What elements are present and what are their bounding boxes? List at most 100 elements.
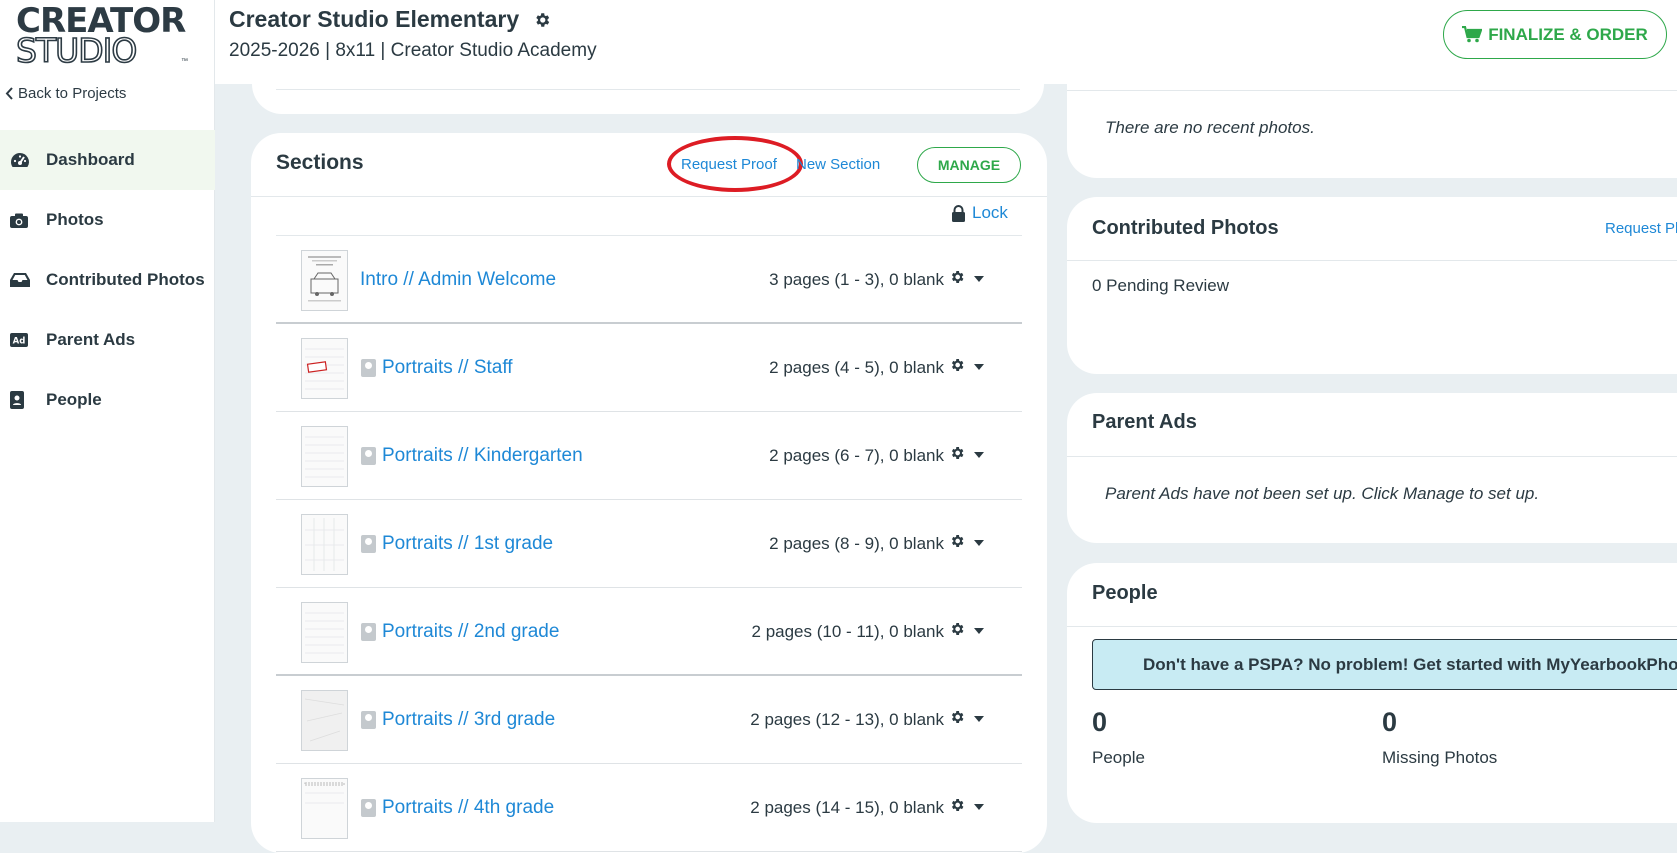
section-name-link[interactable]: Portraits // Staff: [382, 357, 513, 379]
no-recent-photos-text: There are no recent photos.: [1105, 118, 1315, 137]
gear-icon[interactable]: [949, 445, 965, 461]
request-proof-link[interactable]: Request Proof: [681, 156, 777, 173]
inbox-icon: [10, 273, 46, 287]
section-row[interactable]: Portraits // Kindergarten 2 pages (6 - 7…: [276, 412, 1022, 500]
missing-photos-count: 0: [1382, 707, 1398, 737]
lock-label: Lock: [972, 203, 1008, 222]
camera-icon: [10, 213, 46, 228]
section-pages: 2 pages (12 - 13), 0 blank: [750, 710, 944, 729]
gear-icon[interactable]: [533, 11, 551, 29]
people-count: 0: [1092, 707, 1108, 737]
sections-title: Sections: [276, 151, 364, 174]
sections-card: Sections Request Proof New Section MANAG…: [251, 133, 1047, 853]
section-name-link[interactable]: Portraits // 4th grade: [382, 797, 554, 819]
ad-icon: Ad: [10, 333, 46, 347]
sidebar: CREATOR STUDIO ™ Back to Projects Dashbo…: [0, 0, 215, 822]
sidebar-item-label: Parent Ads: [46, 330, 136, 349]
sidebar-item-label: Photos: [46, 210, 104, 229]
sidebar-item-label: People: [46, 390, 102, 409]
section-pages: 2 pages (8 - 9), 0 blank: [769, 534, 944, 553]
finalize-order-button[interactable]: FINALIZE & ORDER: [1443, 10, 1667, 59]
section-pages: 2 pages (4 - 5), 0 blank: [769, 358, 944, 377]
sidebar-item-contributed-photos[interactable]: Contributed Photos: [0, 250, 215, 310]
section-row[interactable]: Portraits // 2nd grade 2 pages (10 - 11)…: [276, 588, 1022, 676]
new-section-link[interactable]: New Section: [796, 156, 880, 173]
logo-trademark: ™: [181, 58, 188, 65]
sections-header: Sections Request Proof New Section MANAG…: [251, 133, 1047, 197]
parent-ads-header: Parent Ads: [1067, 393, 1677, 457]
caret-down-icon[interactable]: [974, 716, 984, 722]
project-title: Creator Studio Elementary: [229, 6, 551, 33]
section-thumbnail[interactable]: [301, 602, 348, 663]
caret-down-icon[interactable]: [974, 628, 984, 634]
gauge-icon: [10, 152, 46, 168]
section-row[interactable]: Portraits // 4th grade 2 pages (14 - 15)…: [276, 764, 1022, 852]
section-thumbnail[interactable]: [301, 514, 348, 575]
gear-icon[interactable]: [949, 357, 965, 373]
project-name: Creator Studio Elementary: [229, 6, 520, 32]
parent-ads-title: Parent Ads: [1092, 411, 1197, 433]
section-row[interactable]: Portraits // Staff 2 pages (4 - 5), 0 bl…: [276, 324, 1022, 412]
contributed-photos-header: Contributed Photos Request Ph: [1067, 197, 1677, 261]
svg-text:Ad: Ad: [13, 337, 26, 347]
section-row[interactable]: Portraits // 1st grade 2 pages (8 - 9), …: [276, 500, 1022, 588]
portrait-section-icon: [361, 359, 376, 377]
section-name-link[interactable]: Portraits // 1st grade: [382, 533, 553, 555]
overview-card: [252, 60, 1044, 114]
section-name-link[interactable]: Portraits // 3rd grade: [382, 709, 555, 731]
portrait-section-icon: [361, 799, 376, 817]
gear-icon[interactable]: [949, 797, 965, 813]
section-thumbnail[interactable]: [301, 778, 348, 839]
section-pages: 3 pages (1 - 3), 0 blank: [769, 270, 944, 289]
section-name-link[interactable]: Portraits // 2nd grade: [382, 621, 559, 643]
sidebar-item-people[interactable]: People: [0, 370, 215, 430]
sidebar-item-parent-ads[interactable]: Ad Parent Ads: [0, 310, 215, 370]
manage-sections-button[interactable]: MANAGE: [917, 147, 1021, 183]
caret-down-icon[interactable]: [974, 540, 984, 546]
section-pages: 2 pages (14 - 15), 0 blank: [750, 798, 944, 817]
parent-ads-empty-text: Parent Ads have not been set up. Click M…: [1105, 484, 1540, 503]
recent-photos-card: There are no recent photos.: [1067, 60, 1677, 178]
section-row[interactable]: Intro // Admin Welcome 3 pages (1 - 3), …: [276, 236, 1022, 324]
contributed-photos-title: Contributed Photos: [1092, 217, 1279, 239]
chevron-left-icon: [5, 87, 13, 100]
section-thumbnail[interactable]: [301, 250, 348, 311]
sidebar-item-dashboard[interactable]: Dashboard: [0, 130, 215, 190]
parent-ads-card: Parent Ads Parent Ads have not been set …: [1067, 393, 1677, 543]
caret-down-icon[interactable]: [974, 364, 984, 370]
gear-icon[interactable]: [949, 533, 965, 549]
section-name-link[interactable]: Intro // Admin Welcome: [360, 269, 556, 291]
request-photos-link[interactable]: Request Ph: [1605, 220, 1677, 237]
portrait-section-icon: [361, 623, 376, 641]
people-header: People: [1067, 563, 1677, 627]
lock-link[interactable]: Lock: [951, 203, 1008, 223]
logo-line2: STUDIO: [15, 31, 138, 70]
caret-down-icon[interactable]: [974, 804, 984, 810]
project-subtitle: 2025-2026 | 8x11 | Creator Studio Academ…: [229, 40, 597, 61]
section-thumbnail[interactable]: [301, 690, 348, 751]
section-row[interactable]: Portraits // 3rd grade 2 pages (12 - 13)…: [276, 676, 1022, 764]
contributed-photos-card: Contributed Photos Request Ph 0 Pending …: [1067, 197, 1677, 374]
pspa-banner[interactable]: Don't have a PSPA? No problem! Get start…: [1092, 639, 1677, 690]
portrait-section-icon: [361, 447, 376, 465]
gear-icon[interactable]: [949, 709, 965, 725]
caret-down-icon[interactable]: [974, 452, 984, 458]
portrait-section-icon: [361, 535, 376, 553]
sections-list: Intro // Admin Welcome 3 pages (1 - 3), …: [276, 235, 1022, 852]
gear-icon[interactable]: [949, 269, 965, 285]
section-thumbnail[interactable]: [301, 338, 348, 399]
section-name-link[interactable]: Portraits // Kindergarten: [382, 445, 583, 467]
section-thumbnail[interactable]: [301, 426, 348, 487]
caret-down-icon[interactable]: [974, 276, 984, 282]
finalize-order-label: FINALIZE & ORDER: [1488, 24, 1648, 44]
gear-icon[interactable]: [949, 621, 965, 637]
sidebar-item-photos[interactable]: Photos: [0, 190, 215, 250]
cart-icon: [1462, 26, 1483, 43]
back-label: Back to Projects: [18, 85, 127, 102]
pending-review-count: 0 Pending Review: [1092, 276, 1230, 295]
people-title: People: [1092, 582, 1158, 604]
creator-studio-logo[interactable]: CREATOR STUDIO ™: [15, 4, 188, 70]
contact-card-icon: [10, 391, 46, 409]
people-count-label: People: [1092, 748, 1145, 767]
back-to-projects-link[interactable]: Back to Projects: [5, 85, 126, 102]
